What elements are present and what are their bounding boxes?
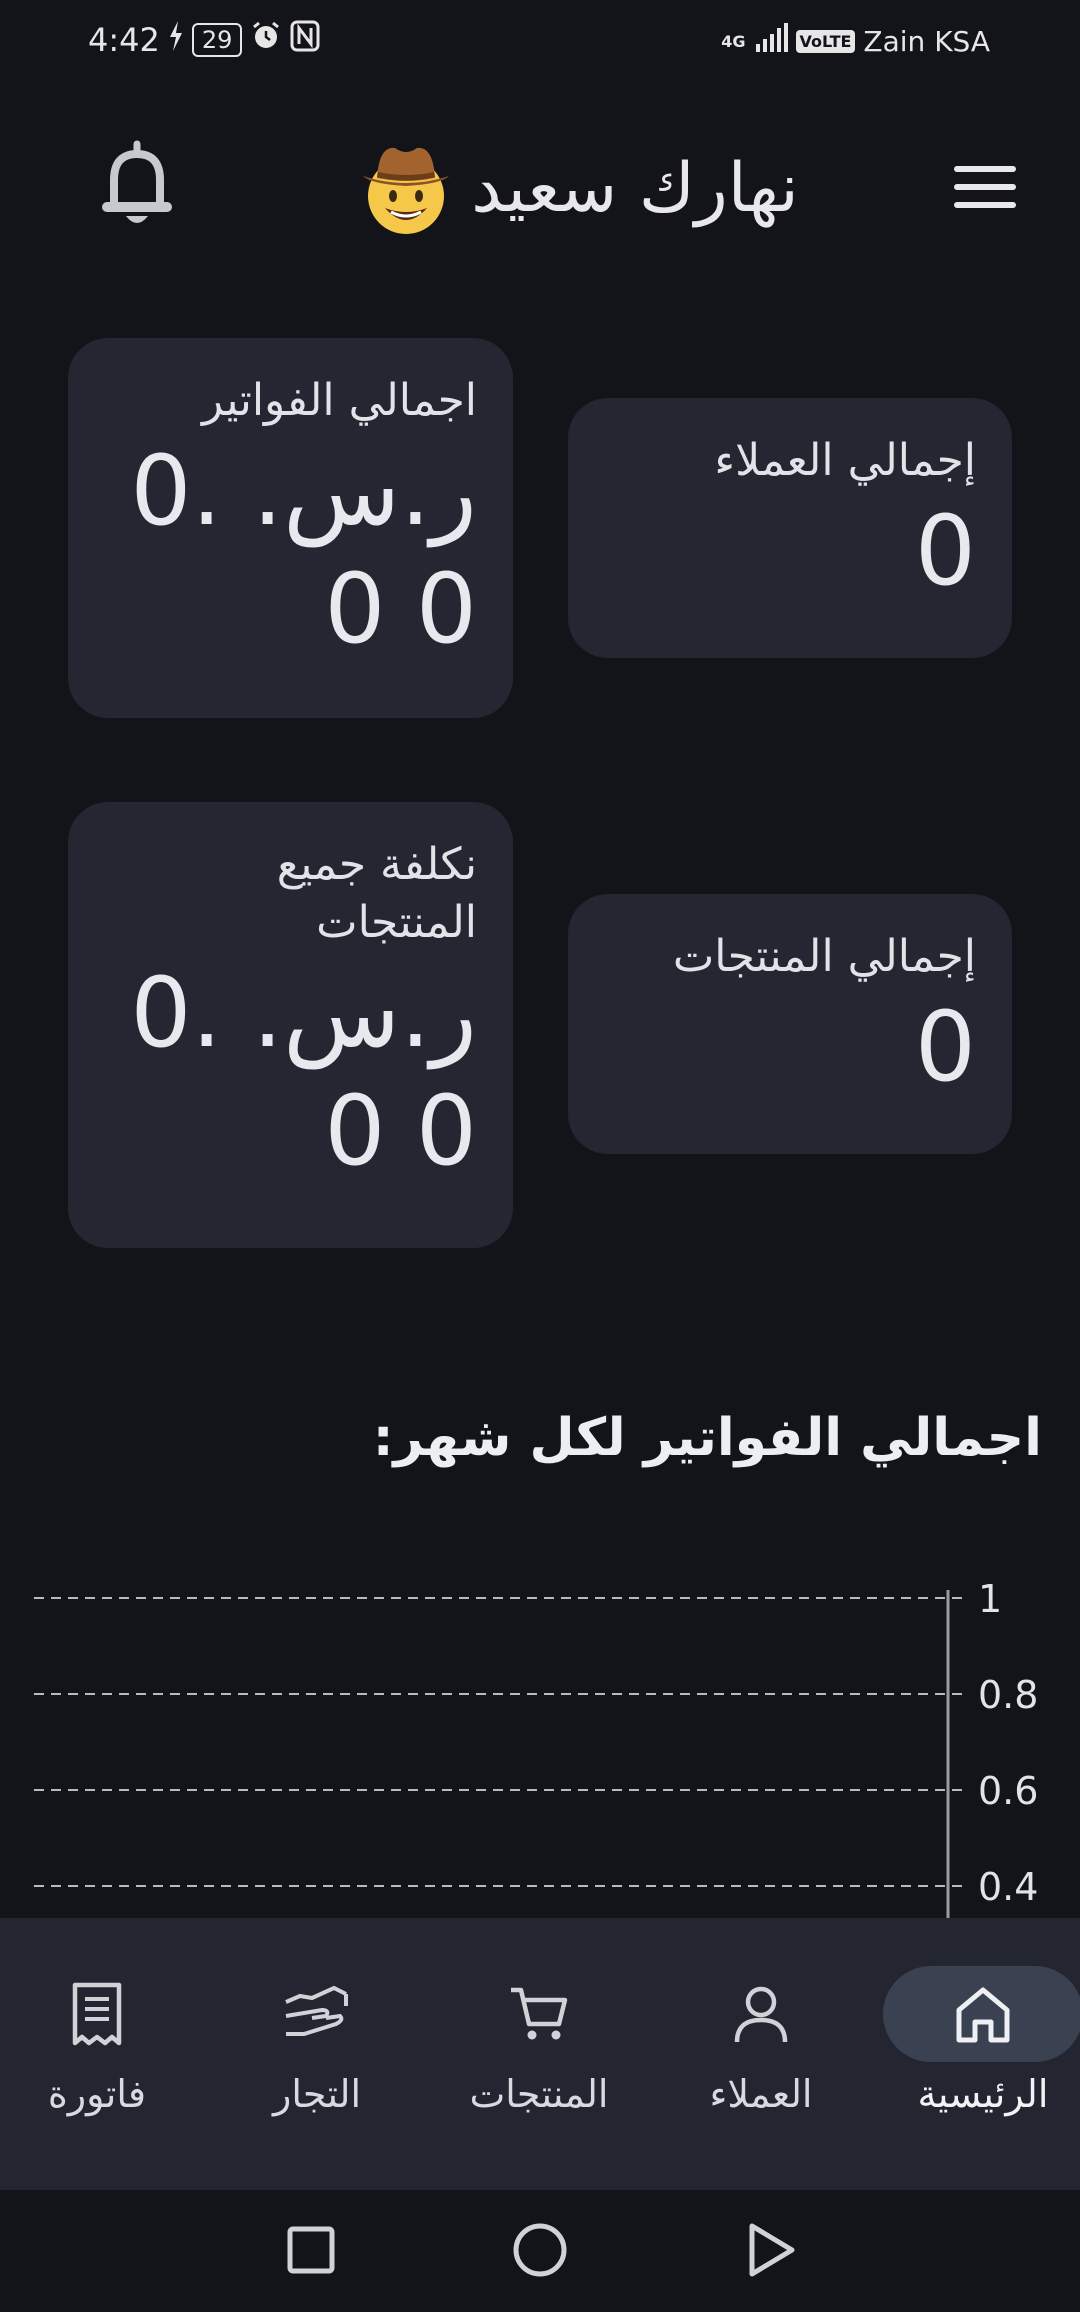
- nav-pill: [217, 1966, 417, 2062]
- circle-icon: [513, 2223, 567, 2277]
- receipt-icon: [72, 1982, 122, 2046]
- card-title: اجمالي الفواتير: [202, 375, 477, 426]
- nav-label: العملاء: [709, 2072, 813, 2116]
- volte-badge: VoLTE: [795, 30, 856, 53]
- square-icon: [287, 2226, 335, 2274]
- monthly-invoices-chart: 1 0.8 0.6 0.4: [34, 1577, 1038, 1920]
- nav-active-indicator: [883, 1966, 1080, 2062]
- total-invoices-card[interactable]: اجمالي الفواتير ر.س. 0.0 0: [68, 338, 513, 718]
- triangle-back-icon: [749, 2223, 795, 2277]
- nav-item-customers[interactable]: العملاء: [656, 1918, 866, 2190]
- greeting-text: نهارك سعيد: [471, 148, 799, 228]
- card-title: نكلفة جميع المنتجات: [276, 839, 477, 948]
- bottom-navigation: الرئيسية العملاء المنتجات التجار فاتورة: [0, 1918, 1080, 2190]
- nav-item-products[interactable]: المنتجات: [434, 1918, 644, 2190]
- nav-label: الرئيسية: [917, 2072, 1049, 2116]
- status-right: 4G VoLTE Zain KSA: [721, 22, 990, 61]
- nav-item-merchants[interactable]: التجار: [212, 1918, 422, 2190]
- card-title: إجمالي المنتجات: [672, 931, 976, 982]
- greeting: نهارك سعيد: [330, 138, 830, 238]
- nav-pill: [439, 1966, 639, 2062]
- alarm-icon: [250, 20, 282, 60]
- nav-label: المنتجات: [469, 2072, 609, 2116]
- y-tick-label: 0.8: [978, 1673, 1038, 1717]
- carrier-name: Zain KSA: [863, 25, 990, 58]
- status-left: 4:42 29: [88, 20, 320, 60]
- cowboy-face-emoji: [363, 147, 450, 234]
- products-cost-card[interactable]: نكلفة جميع المنتجات ر.س. 0.0 0: [68, 802, 513, 1248]
- hamburger-menu-icon: [954, 166, 1016, 208]
- charging-icon: [168, 21, 184, 59]
- handshake-icon: [285, 1985, 348, 2036]
- nav-item-home[interactable]: الرئيسية: [878, 1918, 1080, 2190]
- home-icon: [956, 1987, 1010, 2043]
- battery-level: 29: [191, 23, 243, 57]
- cart-icon: [511, 1987, 568, 2040]
- bell-icon: [102, 140, 172, 223]
- recents-button[interactable]: [281, 2220, 341, 2280]
- nav-item-invoice[interactable]: فاتورة: [0, 1918, 202, 2190]
- home-button[interactable]: [510, 2220, 570, 2280]
- nfc-icon: [290, 20, 320, 60]
- network-type: 4G: [721, 32, 746, 51]
- person-icon: [734, 1986, 788, 2043]
- chart-title: اجمالي الفواتير لكل شهر:: [372, 1408, 1042, 1468]
- menu-button[interactable]: [952, 162, 1018, 212]
- nav-pill: [0, 1966, 197, 2062]
- card-value: ر.س. 0.0 0: [130, 435, 477, 665]
- system-navigation-bar: [0, 2190, 1080, 2312]
- card-value: 0: [914, 991, 976, 1103]
- y-tick-label: 0.6: [978, 1769, 1038, 1813]
- status-bar: 4:42 29 4G VoLTE Zain KSA: [0, 0, 1080, 80]
- nav-label: فاتورة: [47, 2072, 147, 2116]
- card-value: ر.س. 0.0 0: [130, 957, 477, 1187]
- total-products-card[interactable]: إجمالي المنتجات 0: [568, 894, 1012, 1154]
- signal-icon: [754, 22, 788, 61]
- nav-label: التجار: [272, 2072, 362, 2116]
- y-tick-label: 1: [978, 1577, 1002, 1621]
- notifications-button[interactable]: [96, 140, 178, 230]
- nav-pill: [661, 1966, 861, 2062]
- card-title: إجمالي العملاء: [714, 435, 976, 486]
- back-button[interactable]: [740, 2220, 800, 2280]
- card-value: 0: [914, 495, 976, 607]
- y-tick-label: 0.4: [978, 1865, 1038, 1909]
- status-time: 4:42: [88, 21, 160, 59]
- total-customers-card[interactable]: إجمالي العملاء 0: [568, 398, 1012, 658]
